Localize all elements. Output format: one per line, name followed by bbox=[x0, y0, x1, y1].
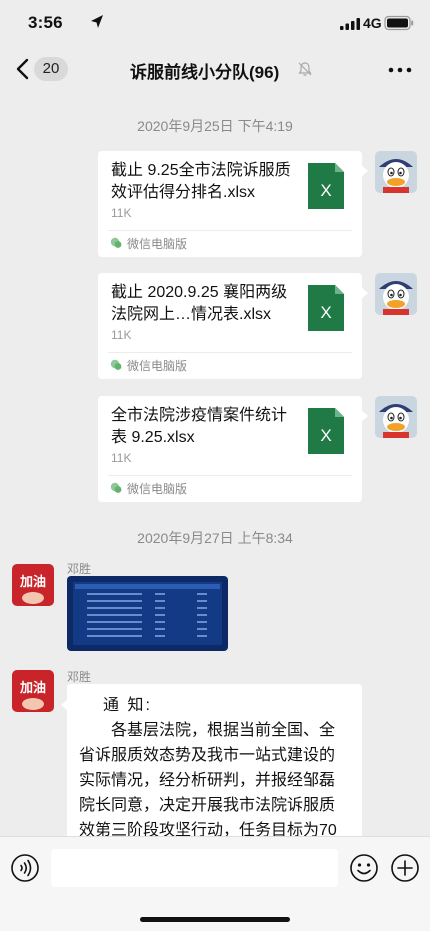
excel-icon: X bbox=[308, 285, 344, 331]
avatar[interactable]: 加油 bbox=[12, 670, 54, 712]
svg-text:X: X bbox=[320, 426, 331, 445]
avatar-text: 加油 bbox=[19, 680, 46, 696]
source-label: 微信电脑版 bbox=[127, 237, 188, 251]
notice-title: 通 知: bbox=[103, 697, 152, 714]
unread-count-badge[interactable]: 20 bbox=[34, 57, 68, 81]
voice-icon[interactable] bbox=[10, 853, 40, 883]
signal-bars-icon bbox=[340, 18, 360, 30]
wechat-pc-icon bbox=[110, 237, 122, 248]
chat-header: 20 诉服前线小分队(96) bbox=[0, 48, 430, 92]
input-bar bbox=[0, 836, 430, 931]
card-divider bbox=[108, 475, 352, 476]
timestamp: 2020年9月27日 上午8:34 bbox=[137, 530, 293, 546]
wechat-pc-icon bbox=[110, 482, 122, 493]
sender-name: 邓胜 bbox=[67, 670, 92, 684]
svg-text:X: X bbox=[320, 303, 331, 322]
image-message[interactable] bbox=[67, 576, 228, 651]
file-message[interactable]: 全市法院涉疫情案件统计表 9.25.xlsx 11K X 微信电脑版 bbox=[98, 396, 368, 502]
more-dots-icon[interactable] bbox=[388, 67, 412, 73]
chevron-left-icon[interactable] bbox=[10, 56, 36, 82]
avatar[interactable]: 加油 bbox=[12, 564, 54, 606]
source-label: 微信电脑版 bbox=[127, 359, 188, 373]
avatar-text: 加油 bbox=[19, 574, 46, 590]
status-bar: 3:56 4G bbox=[0, 0, 430, 50]
timestamp: 2020年9月25日 下午4:19 bbox=[137, 118, 293, 134]
file-size: 11K bbox=[111, 451, 132, 465]
bell-off-icon bbox=[298, 62, 312, 76]
card-divider bbox=[108, 352, 352, 353]
network-label: 4G bbox=[363, 15, 382, 31]
location-arrow-icon bbox=[91, 15, 103, 28]
card-divider bbox=[108, 230, 352, 231]
file-name: 全市法院涉疫情案件统计表 9.25.xlsx bbox=[111, 407, 288, 446]
avatar[interactable] bbox=[375, 151, 417, 193]
avatar[interactable] bbox=[375, 396, 417, 438]
file-name: 截止 9.25全市法院诉服质效评估得分排名.xlsx bbox=[111, 162, 291, 201]
file-message[interactable]: 截止 9.25全市法院诉服质效评估得分排名.xlsx 11K X 微信电脑版 bbox=[98, 151, 368, 257]
file-size: 11K bbox=[111, 328, 132, 342]
battery-icon bbox=[384, 15, 414, 31]
bubble-tail bbox=[361, 287, 368, 299]
message-input[interactable] bbox=[51, 849, 338, 887]
sender-name: 邓胜 bbox=[67, 562, 92, 576]
bubble-tail bbox=[361, 165, 368, 177]
home-indicator bbox=[140, 917, 290, 922]
svg-text:X: X bbox=[320, 181, 331, 200]
chat-title: 诉服前线小分队(96) bbox=[130, 63, 280, 82]
excel-icon: X bbox=[308, 163, 344, 209]
file-name: 截止 2020.9.25 襄阳两级法院网上…情况表.xlsx bbox=[111, 284, 288, 323]
wechat-pc-icon bbox=[110, 359, 122, 370]
emoji-icon[interactable] bbox=[349, 853, 379, 883]
source-label: 微信电脑版 bbox=[127, 482, 188, 496]
status-time: 3:56 bbox=[28, 13, 63, 32]
excel-icon: X bbox=[308, 408, 344, 454]
file-message[interactable]: 截止 2020.9.25 襄阳两级法院网上…情况表.xlsx 11K X 微信电… bbox=[98, 273, 368, 379]
file-size: 11K bbox=[111, 206, 132, 220]
plus-circle-icon[interactable] bbox=[390, 853, 420, 883]
avatar[interactable] bbox=[375, 273, 417, 315]
bubble-tail bbox=[361, 410, 368, 422]
